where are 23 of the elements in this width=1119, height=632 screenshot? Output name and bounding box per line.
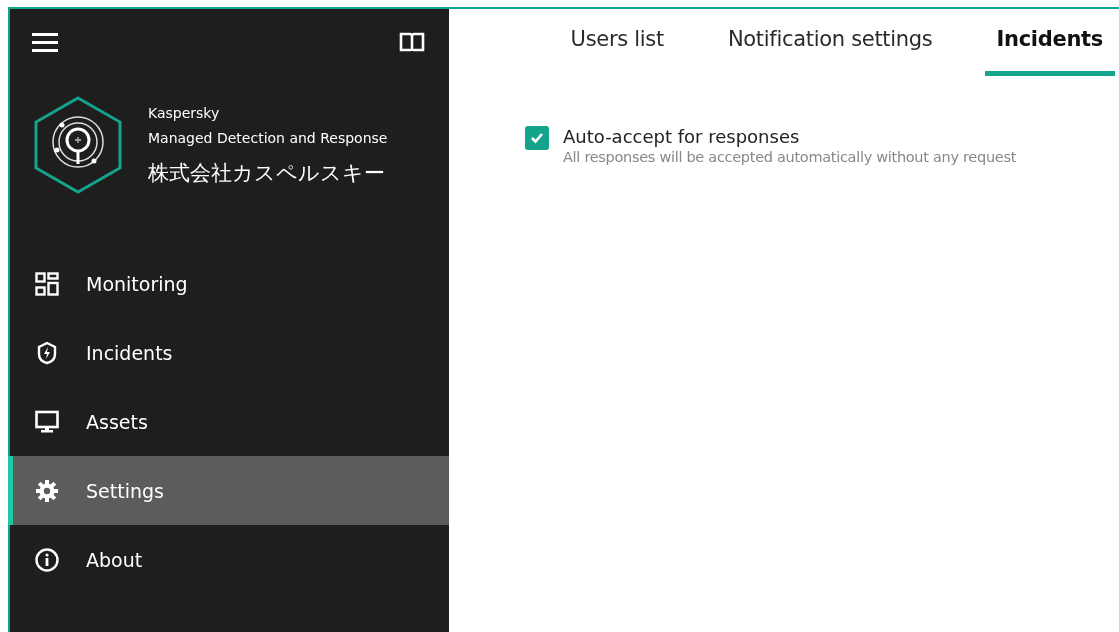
tab[interactable]: Notification settings [715,9,945,76]
check-icon [530,132,544,144]
vendor-name: Kaspersky [148,104,221,123]
tab[interactable]: Incidents [984,9,1115,76]
book-icon[interactable] [399,32,425,52]
nav-item[interactable]: Monitoring [8,249,449,318]
company-name: 株式会社カスペルスキー [148,160,386,187]
option-description: All responses will be accepted automatically without any request [563,149,1017,165]
nav-item[interactable]: Incidents [8,318,449,387]
nav-item[interactable]: Settings [8,456,449,525]
checkbox[interactable] [525,126,549,150]
settings-icon [35,478,59,503]
monitor-icon [35,409,59,434]
shield-icon [35,340,59,365]
option-label: Auto-accept for responses [563,126,801,147]
nav-item[interactable]: Assets [8,387,449,456]
logo-icon [32,95,124,195]
tab[interactable]: Users list [558,9,676,76]
grid-icon [35,271,59,296]
menu-icon[interactable] [32,32,58,52]
nav-item[interactable]: About [8,525,449,594]
product-name: Managed Detection and Response [148,129,388,148]
info-icon [35,547,59,572]
